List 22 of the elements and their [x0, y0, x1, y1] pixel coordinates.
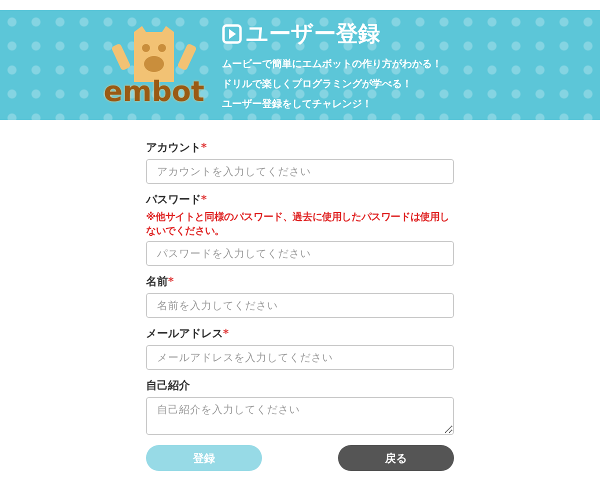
required-mark: * [201, 141, 207, 154]
field-label: 名前 [146, 275, 168, 288]
input-field[interactable]: 自己紹介を入力してください [146, 397, 454, 435]
page-title: ユーザー登録 [246, 21, 380, 49]
input-field[interactable]: アカウントを入力してください [146, 159, 454, 184]
field-label: アカウント [146, 141, 201, 154]
input-field[interactable]: メールアドレスを入力してください [146, 345, 454, 370]
field-label: 自己紹介 [146, 379, 190, 392]
tagline: ドリルで楽しくプログラミングが学べる！ [222, 77, 413, 91]
tagline: ムービーで簡単にエムボットの作り方がわかる！ [222, 57, 442, 71]
input-field[interactable]: パスワードを入力してください [146, 241, 454, 266]
input-field[interactable]: 名前を入力してください [146, 293, 454, 318]
tagline: ユーザー登録をしてチャレンジ！ [222, 98, 373, 111]
required-mark: * [201, 193, 207, 206]
required-mark: * [223, 327, 229, 340]
required-mark: * [168, 275, 174, 288]
field-label: パスワード [146, 193, 201, 206]
warning-note: ※他サイトと同様のパスワード、過去に使用したパスワードは使用しないでください。 [146, 211, 451, 238]
logo-text: embot [104, 78, 204, 106]
field-label: メールアドレス [146, 327, 223, 340]
play-icon [222, 24, 242, 44]
back-button[interactable]: 戻る [338, 445, 454, 471]
